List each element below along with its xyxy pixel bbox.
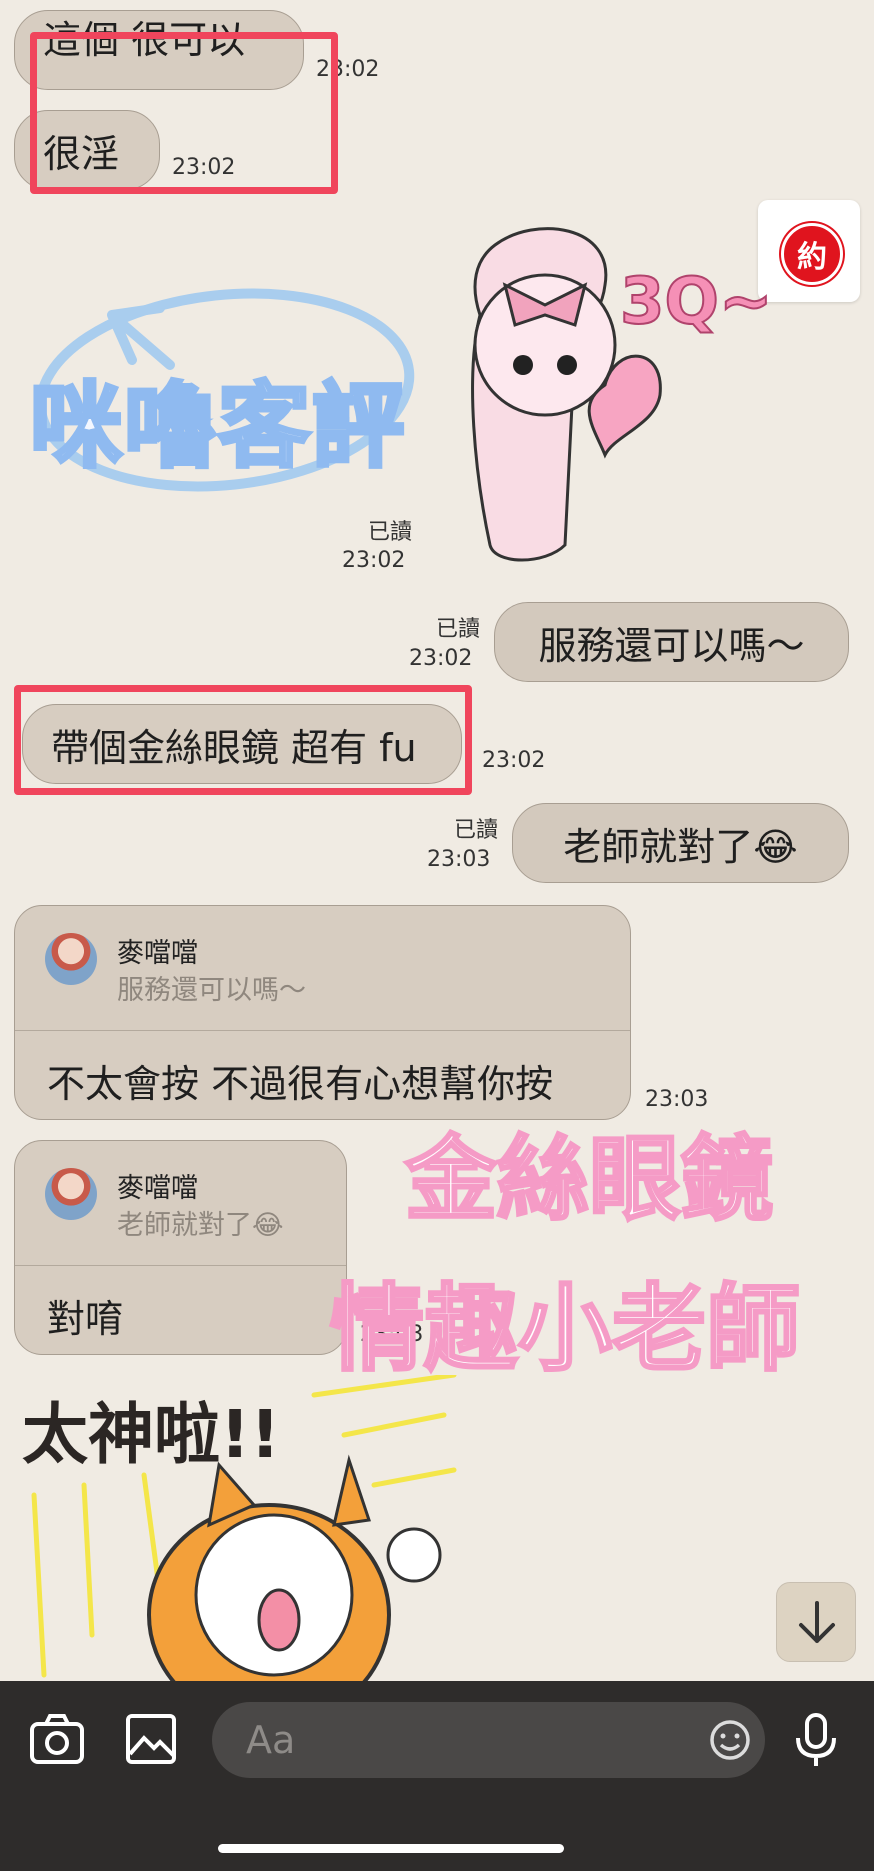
sticker-text: 3Q~ bbox=[619, 264, 774, 340]
reply-quote-text: 服務還可以嗎～ bbox=[117, 975, 306, 1006]
pink-caption: 金絲眼鏡 情趣小老師 bbox=[328, 1105, 850, 1395]
input-placeholder: Aa bbox=[246, 1718, 296, 1762]
read-status: 已讀 bbox=[453, 818, 498, 843]
emoji-button[interactable] bbox=[708, 1718, 752, 1762]
avatar bbox=[45, 1168, 97, 1220]
reply-quote-text: 老師就對了😂 bbox=[117, 1210, 284, 1241]
emoji-icon bbox=[710, 1720, 750, 1760]
reply-quote-header[interactable]: 麥噹噹 老師就對了😂 bbox=[15, 1141, 346, 1266]
image-button[interactable] bbox=[124, 1712, 178, 1766]
microphone-button[interactable] bbox=[792, 1712, 840, 1768]
message-time: 23:02 bbox=[482, 748, 546, 773]
sticker-rabbit[interactable]: 3Q~ bbox=[455, 225, 835, 570]
camera-icon bbox=[30, 1714, 84, 1764]
highlight-box bbox=[14, 685, 472, 795]
microphone-icon bbox=[796, 1713, 836, 1766]
message-text: 不太會按 不過很有心想幫你按 bbox=[47, 1062, 554, 1106]
message-text: 服務還可以嗎～ bbox=[538, 623, 805, 668]
caption-line-2: 情趣小老師 bbox=[328, 1274, 801, 1386]
image-icon bbox=[126, 1714, 176, 1764]
message-time: 23:02 bbox=[409, 646, 473, 671]
arrow-down-icon bbox=[799, 1601, 835, 1643]
reply-message[interactable]: 麥噹噹 老師就對了😂 對唷 bbox=[14, 1140, 347, 1355]
read-status: 已讀 bbox=[435, 617, 480, 642]
message-text: 老師就對了😂 bbox=[563, 824, 798, 869]
highlight-box bbox=[30, 32, 338, 194]
reply-message[interactable]: 麥噹噹 服務還可以嗎～ 不太會按 不過很有心想幫你按 bbox=[14, 905, 631, 1120]
camera-button[interactable] bbox=[28, 1712, 86, 1766]
caption-line-1: 金絲眼鏡 bbox=[403, 1125, 774, 1235]
read-status: 已讀 bbox=[367, 520, 412, 545]
reply-sender-name: 麥噹噹 bbox=[117, 938, 198, 969]
message-text: 對唷 bbox=[47, 1297, 124, 1341]
message-bubble[interactable]: 服務還可以嗎～ bbox=[494, 602, 849, 682]
avatar bbox=[45, 933, 97, 985]
home-indicator bbox=[218, 1844, 564, 1853]
scroll-down-button[interactable] bbox=[776, 1582, 856, 1662]
message-bubble[interactable]: 老師就對了😂 bbox=[512, 803, 849, 883]
reply-sender-name: 麥噹噹 bbox=[117, 1173, 198, 1204]
message-input[interactable]: Aa bbox=[212, 1702, 765, 1778]
message-time: 23:03 bbox=[427, 847, 491, 872]
review-overlay: 咪嚕客評 bbox=[20, 260, 490, 530]
sticker-cat[interactable]: 太神啦!! bbox=[14, 1372, 474, 1727]
reply-quote-header[interactable]: 麥噹噹 服務還可以嗎～ bbox=[15, 906, 630, 1031]
sticker-text: 太神啦!! bbox=[22, 1396, 281, 1473]
overlay-text: 咪嚕客評 bbox=[28, 371, 407, 482]
message-time: 23:02 bbox=[342, 548, 406, 573]
